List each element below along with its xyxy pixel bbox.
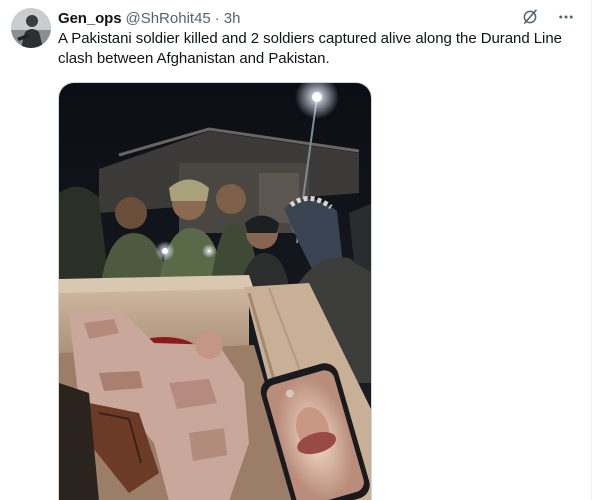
avatar[interactable]	[11, 8, 51, 48]
tweet-header: Gen_ops @ShRohit45 · 3h	[58, 8, 240, 28]
tweet[interactable]: Gen_ops @ShRohit45 · 3h A Pakistani sold…	[0, 0, 592, 500]
user-handle[interactable]: @ShRohit45	[125, 10, 210, 27]
grok-icon[interactable]	[519, 6, 541, 28]
more-icon[interactable]	[555, 6, 577, 28]
tweet-actions	[519, 6, 577, 28]
tweet-photo[interactable]	[58, 82, 372, 500]
separator-dot: ·	[214, 9, 220, 27]
tweet-text: A Pakistani soldier killed and 2 soldier…	[58, 30, 562, 67]
timestamp[interactable]: 3h	[224, 10, 241, 27]
display-name[interactable]: Gen_ops	[58, 10, 122, 27]
